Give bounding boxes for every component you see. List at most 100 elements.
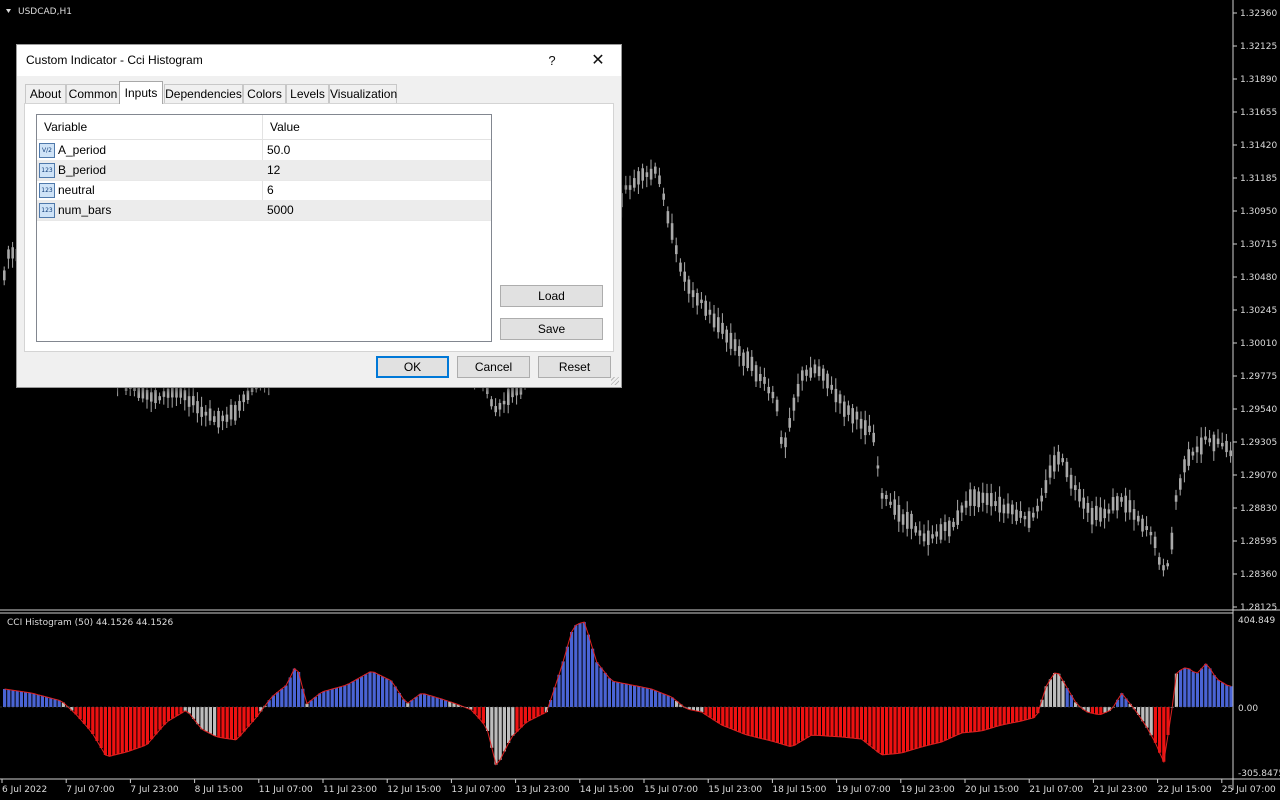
input-row-a-period[interactable]: V/2 A_period 50.0 [37, 140, 491, 161]
candle-body [494, 406, 497, 413]
histogram-bar [221, 707, 225, 738]
tab-visualization[interactable]: Visualization [329, 84, 397, 103]
histogram-bar [1187, 668, 1191, 707]
tab-inputs[interactable]: Inputs [119, 81, 163, 104]
histogram-bar [347, 683, 351, 707]
histogram-bar [1048, 679, 1052, 707]
candle-body [964, 500, 968, 508]
dialog-titlebar[interactable]: Custom Indicator - Cci Histogram ? ✕ [17, 45, 621, 76]
candle-body [196, 401, 199, 414]
input-row-neutral[interactable]: 123 neutral 6 [37, 180, 491, 201]
candle-body [1124, 495, 1127, 513]
histogram-bar [939, 707, 943, 743]
histogram-bar [284, 685, 288, 707]
histogram-bar [885, 707, 889, 755]
variable-value[interactable]: 5000 [267, 203, 294, 217]
load-button[interactable]: Load [500, 285, 603, 307]
price-label: 1.31655 [1240, 108, 1277, 118]
tab-dependencies[interactable]: Dependencies [164, 84, 243, 103]
histogram-bar [1158, 707, 1162, 753]
candle-body [687, 279, 691, 294]
input-row-b-period[interactable]: 123 B_period 12 [37, 160, 491, 181]
candle-body [813, 364, 817, 374]
histogram-bar [1095, 707, 1099, 715]
variable-value[interactable]: 12 [267, 163, 280, 177]
histogram-bar [834, 707, 838, 737]
histogram-bar [561, 661, 565, 707]
histogram-bar [19, 691, 23, 707]
histogram-bar [519, 707, 523, 728]
histogram-bar [914, 707, 918, 749]
histogram-bar [969, 707, 973, 733]
histogram-bar [637, 686, 641, 707]
histogram-bar [141, 707, 145, 747]
resize-grip[interactable] [611, 377, 619, 385]
candle-body [1200, 437, 1203, 455]
candle-body [759, 373, 762, 382]
price-label: 1.31185 [1240, 174, 1277, 184]
candle-body [847, 405, 850, 415]
candle-body [229, 404, 233, 420]
price-label: 1.29775 [1240, 372, 1277, 382]
candle-body [200, 406, 203, 417]
dialog-title: Custom Indicator - Cci Histogram [26, 53, 203, 67]
variable-value[interactable]: 50.0 [267, 143, 290, 157]
candle-body [1128, 500, 1132, 513]
indicator-scale-label: -305.8475 [1238, 769, 1280, 779]
candle-body [901, 514, 905, 525]
column-header-value[interactable]: Value [270, 120, 300, 134]
histogram-bar [40, 695, 44, 707]
histogram-bar [780, 707, 784, 744]
candle-body [754, 365, 758, 382]
histogram-bar [364, 674, 368, 707]
column-header-variable[interactable]: Variable [44, 120, 87, 134]
inputs-grid: Variable Value V/2 A_period 50.0 123 B_p… [36, 114, 492, 342]
histogram-bar [750, 707, 754, 737]
reset-button[interactable]: Reset [538, 356, 611, 378]
histogram-bar [901, 707, 905, 753]
candle-body [897, 504, 901, 522]
histogram-bar [1011, 707, 1015, 723]
candle-body [1153, 536, 1157, 549]
candle-body [1170, 532, 1174, 550]
candle-body [1174, 495, 1178, 502]
save-button[interactable]: Save [500, 318, 603, 340]
candle-body [767, 386, 770, 394]
candle-body [1065, 461, 1069, 478]
histogram-bar [528, 707, 532, 721]
variable-value[interactable]: 6 [267, 183, 274, 197]
indicator-axis: 404.849 0.00 -305.8475 [1238, 616, 1280, 779]
candle-body [679, 262, 682, 272]
help-button[interactable]: ? [535, 45, 569, 76]
histogram-bar [343, 685, 347, 707]
variable-name: neutral [58, 183, 95, 197]
histogram-bar [830, 707, 834, 737]
histogram-bar [481, 707, 485, 724]
symbol-dropdown-icon[interactable] [6, 9, 11, 13]
candle-body [801, 370, 804, 381]
tab-colors[interactable]: Colors [243, 84, 286, 103]
tab-levels[interactable]: Levels [286, 84, 329, 103]
candle-body [1103, 508, 1106, 519]
time-label: 11 Jul 07:00 [259, 785, 313, 795]
candle-body [187, 396, 191, 407]
candle-body [7, 249, 10, 259]
candle-body [1015, 509, 1018, 522]
histogram-bar [53, 699, 57, 707]
input-row-num-bars[interactable]: 123 num_bars 5000 [37, 200, 491, 221]
cancel-button[interactable]: Cancel [457, 356, 530, 378]
candle-body [217, 410, 220, 428]
close-button[interactable]: ✕ [580, 45, 616, 76]
tab-common[interactable]: Common [66, 84, 120, 103]
integer-type-icon: 123 [39, 163, 55, 178]
candle-body [1032, 512, 1035, 518]
histogram-bar [360, 676, 364, 707]
histogram-bar [15, 690, 19, 707]
candle-body [1162, 565, 1165, 571]
candle-body [1149, 531, 1153, 536]
histogram-bar [515, 707, 519, 732]
tab-about[interactable]: About [25, 84, 66, 103]
ok-button[interactable]: OK [376, 356, 449, 378]
time-label: 20 Jul 15:00 [965, 785, 1019, 795]
histogram-bar [721, 707, 725, 726]
